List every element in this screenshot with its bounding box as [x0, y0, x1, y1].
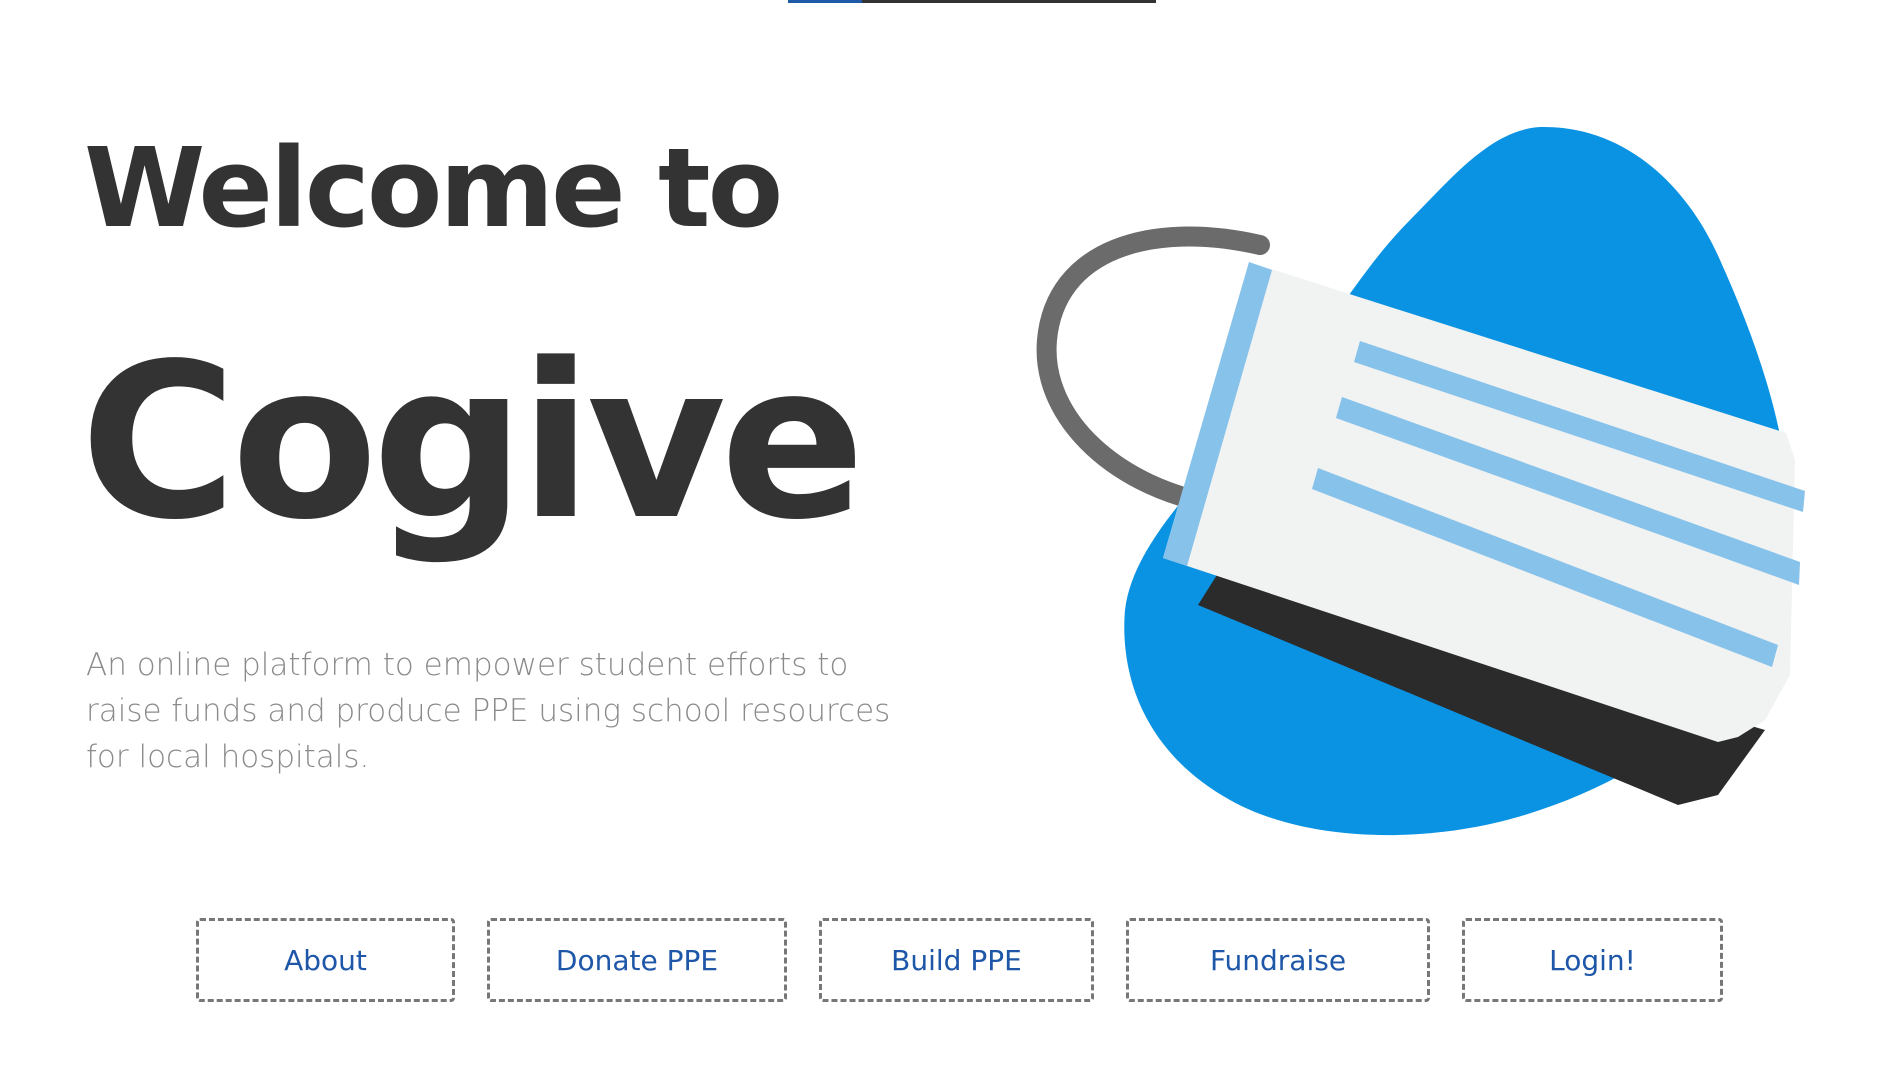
- hero-description: An online platform to empower student ef…: [86, 647, 891, 775]
- face-mask-illustration: [1036, 126, 1805, 836]
- donate-ppe-button[interactable]: Donate PPE: [487, 918, 787, 1002]
- build-ppe-button[interactable]: Build PPE: [819, 918, 1094, 1002]
- landing-page: Welcome to Cogive An online platform to …: [0, 0, 1894, 1080]
- hero-title-brand: Cogive: [80, 318, 865, 567]
- about-button[interactable]: About: [196, 918, 455, 1002]
- top-progress-bar: [788, 0, 1156, 3]
- login-button[interactable]: Login!: [1462, 918, 1723, 1002]
- main-nav: About Donate PPE Build PPE Fundraise Log…: [0, 918, 1894, 1006]
- hero-title-welcome: Welcome to: [84, 124, 783, 252]
- top-progress-fill: [788, 0, 862, 3]
- fundraise-button[interactable]: Fundraise: [1126, 918, 1430, 1002]
